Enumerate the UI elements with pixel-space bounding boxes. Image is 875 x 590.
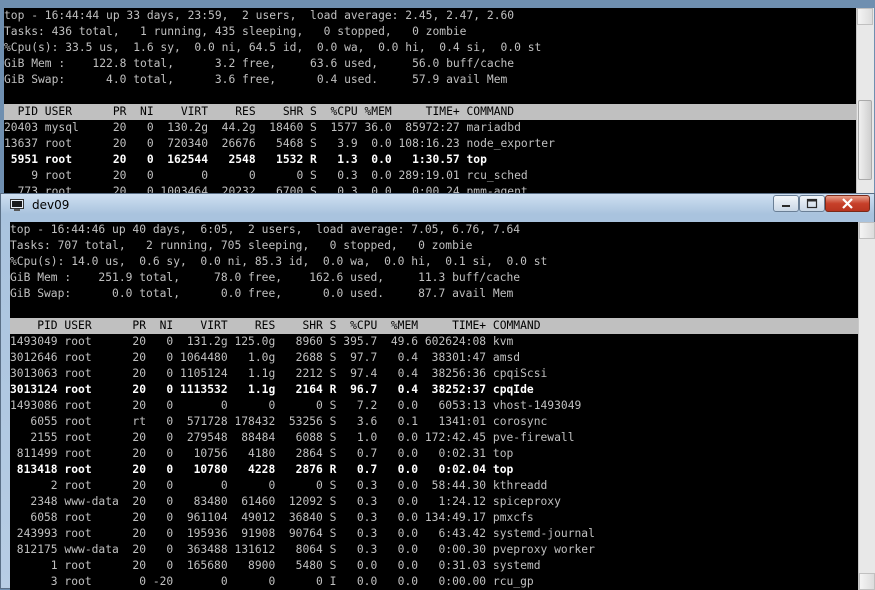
- summary-line: GiB Mem : 122.8 total, 3.2 free, 63.6 us…: [4, 57, 515, 70]
- minimize-button[interactable]: [773, 195, 799, 212]
- summary-line: Tasks: 436 total, 1 running, 435 sleepin…: [4, 25, 467, 38]
- dev09-terminal-screen[interactable]: top - 16:44:46 up 40 days, 6:05, 2 users…: [10, 222, 858, 590]
- summary-line: %Cpu(s): 33.5 us, 1.6 sy, 0.0 ni, 64.5 i…: [4, 41, 542, 54]
- scroll-up-arrow-icon[interactable]: [859, 222, 875, 239]
- scroll-up-arrow-icon[interactable]: [857, 8, 873, 25]
- process-row: 812175 www-data 20 0 363488 131612 8064 …: [10, 543, 595, 556]
- process-row: 6058 root 20 0 961104 49012 36840 S 0.3 …: [10, 511, 534, 524]
- dev09-terminal-window: dev09 top - 16:44:46 up 40 days, 6:05, 2…: [0, 193, 875, 590]
- minimize-icon: [782, 205, 790, 207]
- process-row: 3 root 0 -20 0 0 0 I 0.0 0.0 0:00.00 rcu…: [10, 575, 534, 588]
- process-row: 20403 mysql 20 0 130.2g 44.2g 18460 S 15…: [4, 121, 521, 134]
- window-title: dev09: [32, 198, 70, 212]
- summary-line: top - 16:44:44 up 33 days, 23:59, 2 user…: [4, 9, 515, 22]
- process-row: 6055 root rt 0 571728 178432 53256 S 3.6…: [10, 415, 548, 428]
- process-table-header: PID USER PR NI VIRT RES SHR S %CPU %MEM …: [4, 104, 856, 120]
- background-scrollbar[interactable]: [856, 8, 874, 196]
- process-row: 243993 root 20 0 195936 91908 90764 S 0.…: [10, 527, 595, 540]
- summary-line: GiB Swap: 0.0 total, 0.0 free, 0.0 used.…: [10, 287, 514, 300]
- process-row: 811499 root 20 0 10756 4180 2864 S 0.7 0…: [10, 447, 514, 460]
- process-row: 2 root 20 0 0 0 0 S 0.3 0.0 58:44.30 kth…: [10, 479, 548, 492]
- process-row: 1493049 root 20 0 131.2g 125.0g 8960 S 3…: [10, 335, 514, 348]
- close-icon: [842, 198, 853, 209]
- summary-line: top - 16:44:46 up 40 days, 6:05, 2 users…: [10, 223, 521, 236]
- background-scroll-thumb[interactable]: [858, 100, 872, 180]
- dev09-scrollbar[interactable]: [858, 222, 875, 590]
- putty-terminal-icon: [10, 199, 24, 211]
- process-row: 1493086 root 20 0 0 0 0 S 7.2 0.0 6053:1…: [10, 399, 582, 412]
- maximize-icon: [806, 198, 818, 209]
- process-row: 2348 www-data 20 0 83480 61460 12092 S 0…: [10, 495, 561, 508]
- process-row: 5951 root 20 0 162544 2548 1532 R 1.3 0.…: [4, 153, 487, 166]
- summary-line: GiB Swap: 4.0 total, 3.6 free, 0.4 used.…: [4, 73, 508, 86]
- process-row: 1 root 20 0 165680 8900 5480 S 0.0 0.0 0…: [10, 559, 541, 572]
- process-row: 3012646 root 20 0 1064480 1.0g 2688 S 97…: [10, 351, 521, 364]
- title-bar[interactable]: dev09: [1, 194, 874, 216]
- close-button[interactable]: [825, 195, 870, 212]
- summary-line: %Cpu(s): 14.0 us, 0.6 sy, 0.0 ni, 85.3 i…: [10, 255, 548, 268]
- maximize-button[interactable]: [799, 195, 825, 212]
- process-row: 3013124 root 20 0 1113532 1.1g 2164 R 96…: [10, 383, 534, 396]
- summary-line: Tasks: 707 total, 2 running, 705 sleepin…: [10, 239, 473, 252]
- process-table-header: PID USER PR NI VIRT RES SHR S %CPU %MEM …: [10, 318, 858, 334]
- process-row: 3013063 root 20 0 1105124 1.1g 2212 S 97…: [10, 367, 548, 380]
- process-row: 813418 root 20 0 10780 4228 2876 R 0.7 0…: [10, 463, 514, 476]
- scroll-down-arrow-icon[interactable]: [859, 573, 875, 590]
- process-row: 2155 root 20 0 279548 88484 6088 S 1.0 0…: [10, 431, 575, 444]
- background-terminal-screen[interactable]: top - 16:44:44 up 33 days, 23:59, 2 user…: [4, 8, 856, 196]
- background-terminal-window: top - 16:44:44 up 33 days, 23:59, 2 user…: [0, 0, 875, 196]
- summary-line: GiB Mem : 251.9 total, 78.0 free, 162.6 …: [10, 271, 521, 284]
- process-row: 13637 root 20 0 720340 26676 5468 S 3.9 …: [4, 137, 555, 150]
- summary-line: [4, 88, 856, 104]
- process-row: 9 root 20 0 0 0 0 S 0.3 0.0 289:19.01 rc…: [4, 169, 528, 182]
- summary-line: [10, 302, 858, 318]
